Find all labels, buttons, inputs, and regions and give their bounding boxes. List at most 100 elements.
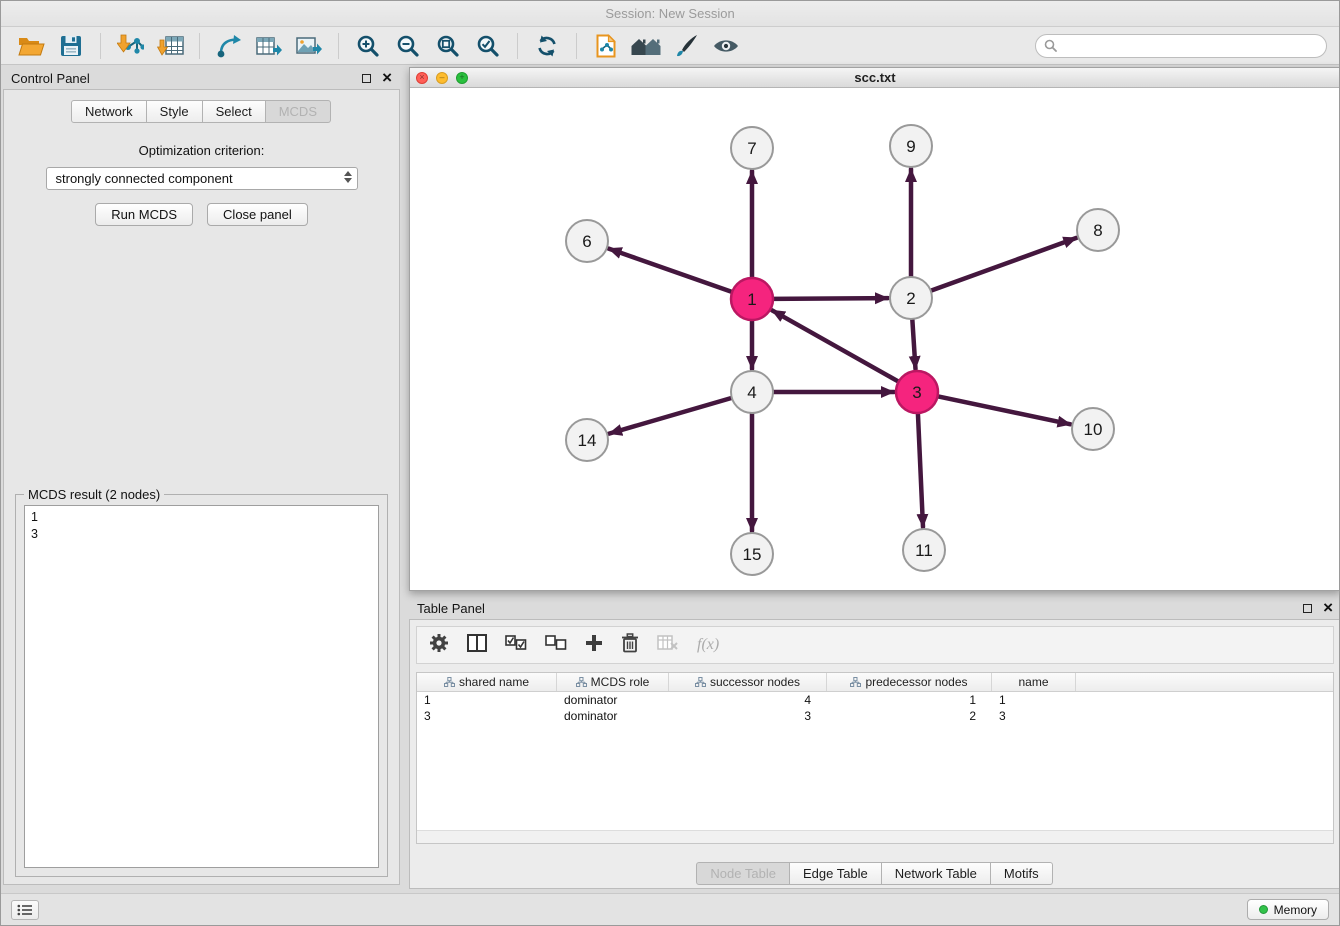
graph-edge-1-6[interactable] bbox=[609, 249, 733, 292]
search-icon bbox=[1044, 39, 1057, 52]
cell-shared-name[interactable]: 3 bbox=[417, 708, 557, 724]
memory-button[interactable]: Memory bbox=[1247, 899, 1329, 920]
open-session-button[interactable] bbox=[13, 30, 49, 62]
graph-node-6[interactable]: 6 bbox=[566, 220, 608, 262]
show-hide-button[interactable] bbox=[708, 30, 744, 62]
graph-node-9[interactable]: 9 bbox=[890, 125, 932, 167]
save-session-button[interactable] bbox=[53, 30, 89, 62]
table-header-row: shared name MCDS role bbox=[417, 673, 1333, 692]
column-header-mcds-role[interactable]: MCDS role bbox=[557, 673, 669, 691]
float-panel-icon[interactable] bbox=[1303, 604, 1312, 613]
mcds-result-item: 1 bbox=[25, 506, 378, 526]
list-icon bbox=[17, 904, 33, 916]
column-header-successor-nodes[interactable]: successor nodes bbox=[669, 673, 827, 691]
delete-table-button[interactable] bbox=[657, 635, 679, 656]
network-canvas[interactable]: 7 9 6 8 1 2 4 3 14 10 15 11 bbox=[410, 88, 1340, 590]
attribute-tree-icon bbox=[850, 677, 861, 687]
select-all-columns-button[interactable] bbox=[505, 635, 527, 656]
export-network-button[interactable] bbox=[211, 30, 247, 62]
graph-node-1[interactable]: 1 bbox=[731, 278, 773, 320]
import-network-button[interactable] bbox=[112, 30, 148, 62]
graph-edge-3-10[interactable] bbox=[938, 396, 1071, 424]
graph-edge-2-8[interactable] bbox=[931, 238, 1077, 291]
main-toolbar bbox=[1, 27, 1339, 65]
graph-node-8[interactable]: 8 bbox=[1077, 209, 1119, 251]
cell-predecessor-nodes[interactable]: 1 bbox=[827, 692, 992, 708]
tab-edge-table[interactable]: Edge Table bbox=[789, 862, 882, 885]
graph-edge-4-14[interactable] bbox=[609, 398, 732, 434]
graph-edge-3-1[interactable] bbox=[772, 310, 899, 381]
zoom-out-button[interactable] bbox=[390, 30, 426, 62]
search-input[interactable] bbox=[1062, 39, 1318, 53]
create-column-button[interactable] bbox=[585, 634, 603, 657]
column-header-name[interactable]: name bbox=[992, 673, 1076, 691]
graph-edge-2-3[interactable] bbox=[912, 319, 915, 369]
window-close-icon[interactable]: × bbox=[416, 72, 428, 84]
zoom-in-button[interactable] bbox=[350, 30, 386, 62]
graph-node-11[interactable]: 11 bbox=[903, 529, 945, 571]
cell-name[interactable]: 3 bbox=[992, 708, 1076, 724]
network-view-window: scc.txt × – + 7968124314101511 bbox=[409, 67, 1340, 591]
graph-node-3[interactable]: 3 bbox=[896, 371, 938, 413]
import-table-button[interactable] bbox=[152, 30, 188, 62]
tab-node-table[interactable]: Node Table bbox=[696, 862, 790, 885]
houses-icon bbox=[631, 35, 661, 57]
cell-mcds-role[interactable]: dominator bbox=[557, 692, 669, 708]
cell-successor-nodes[interactable]: 4 bbox=[669, 692, 827, 708]
refresh-button[interactable] bbox=[529, 30, 565, 62]
cell-successor-nodes[interactable]: 3 bbox=[669, 708, 827, 724]
tab-network[interactable]: Network bbox=[71, 100, 147, 123]
float-panel-icon[interactable] bbox=[362, 74, 371, 83]
tab-style[interactable]: Style bbox=[146, 100, 203, 123]
close-panel-button[interactable]: Close panel bbox=[207, 203, 308, 226]
export-table-icon bbox=[256, 34, 282, 58]
deselect-all-columns-button[interactable] bbox=[545, 635, 567, 656]
export-table-button[interactable] bbox=[251, 30, 287, 62]
style-brush-button[interactable] bbox=[668, 30, 704, 62]
zoom-selected-button[interactable] bbox=[470, 30, 506, 62]
clipboard-button[interactable] bbox=[588, 30, 624, 62]
run-mcds-button[interactable]: Run MCDS bbox=[95, 203, 193, 226]
graph-node-2[interactable]: 2 bbox=[890, 277, 932, 319]
import-table-icon bbox=[157, 34, 184, 58]
zoom-fit-button[interactable] bbox=[430, 30, 466, 62]
toolbar-separator bbox=[199, 33, 200, 59]
optimization-criterion-select[interactable]: strongly connected component bbox=[46, 167, 358, 190]
tab-network-table[interactable]: Network Table bbox=[881, 862, 991, 885]
column-header-shared-name[interactable]: shared name bbox=[417, 673, 557, 691]
tab-select[interactable]: Select bbox=[202, 100, 266, 123]
cell-name[interactable]: 1 bbox=[992, 692, 1076, 708]
cell-shared-name[interactable]: 1 bbox=[417, 692, 557, 708]
network-graph[interactable]: 7 9 6 8 1 2 4 3 14 10 15 11 bbox=[410, 88, 1340, 590]
window-minimize-icon[interactable]: – bbox=[436, 72, 448, 84]
window-zoom-icon[interactable]: + bbox=[456, 72, 468, 84]
tab-motifs[interactable]: Motifs bbox=[990, 862, 1053, 885]
cell-mcds-role[interactable]: dominator bbox=[557, 708, 669, 724]
close-panel-icon[interactable]: × bbox=[1323, 601, 1333, 615]
search-box[interactable] bbox=[1035, 34, 1327, 58]
close-panel-icon[interactable]: × bbox=[382, 71, 392, 85]
function-builder-button[interactable]: f(x) bbox=[697, 636, 719, 654]
graph-node-4[interactable]: 4 bbox=[731, 371, 773, 413]
graph-node-14[interactable]: 14 bbox=[566, 419, 608, 461]
graph-node-15[interactable]: 15 bbox=[731, 533, 773, 575]
graph-node-7[interactable]: 7 bbox=[731, 127, 773, 169]
graph-node-10[interactable]: 10 bbox=[1072, 408, 1114, 450]
table-settings-button[interactable] bbox=[429, 633, 449, 658]
horizontal-scrollbar[interactable] bbox=[417, 830, 1333, 843]
export-image-button[interactable] bbox=[291, 30, 327, 62]
table-row[interactable]: 3 dominator 3 2 3 bbox=[417, 708, 1333, 724]
graph-edge-1-2[interactable] bbox=[773, 298, 888, 299]
task-history-button[interactable] bbox=[11, 900, 39, 920]
tab-mcds[interactable]: MCDS bbox=[265, 100, 331, 123]
network-overview-button[interactable] bbox=[628, 30, 664, 62]
delete-column-button[interactable] bbox=[621, 633, 639, 658]
table-row[interactable]: 1 dominator 4 1 1 bbox=[417, 692, 1333, 708]
optimization-criterion-label: Optimization criterion: bbox=[4, 143, 399, 158]
show-columns-button[interactable] bbox=[467, 634, 487, 657]
graph-edge-3-11[interactable] bbox=[918, 413, 923, 527]
checked-boxes-icon bbox=[505, 635, 527, 651]
mcds-result-list[interactable]: 1 3 bbox=[24, 505, 379, 868]
column-header-predecessor-nodes[interactable]: predecessor nodes bbox=[827, 673, 992, 691]
cell-predecessor-nodes[interactable]: 2 bbox=[827, 708, 992, 724]
